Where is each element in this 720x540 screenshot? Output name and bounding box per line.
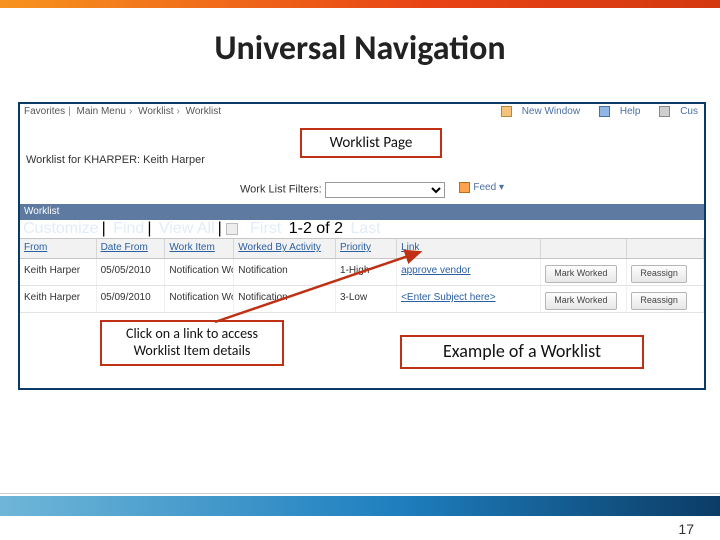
- cell-item: Notification Worklist: [165, 259, 234, 285]
- grid-first[interactable]: First: [250, 220, 281, 237]
- grid-find[interactable]: Find: [113, 220, 144, 237]
- grid-last[interactable]: Last: [350, 220, 380, 237]
- col-from[interactable]: From: [20, 239, 97, 258]
- breadcrumb: Favorites| Main Menu› Worklist› Worklist: [24, 106, 221, 117]
- help-icon: [599, 106, 610, 117]
- slide-title: Universal Navigation: [0, 28, 720, 69]
- cell-from: Keith Harper: [20, 259, 97, 285]
- footer-divider: [0, 493, 720, 494]
- grid-toolbar: Customize| Find| View All| First 1-2 of …: [20, 220, 704, 238]
- col-link[interactable]: Link: [397, 239, 541, 258]
- grid-customize[interactable]: Customize: [23, 220, 99, 237]
- callout-worklist-page: Worklist Page: [300, 128, 442, 158]
- footer-gradient-bar: [0, 496, 720, 516]
- cell-activity: Notification: [234, 259, 336, 285]
- cell-date: 05/09/2010: [97, 286, 166, 312]
- col-work-item[interactable]: Work Item: [165, 239, 234, 258]
- callout-example: Example of a Worklist: [400, 335, 644, 369]
- breadcrumb-worklist-folder[interactable]: Worklist: [138, 106, 173, 117]
- gear-icon: [659, 106, 670, 117]
- worklist-filters: Work List Filters:: [240, 182, 445, 198]
- feed-link[interactable]: Feed ▾: [459, 182, 504, 193]
- cell-item: Notification Worklist: [165, 286, 234, 312]
- breadcrumb-main-menu[interactable]: Main Menu: [77, 106, 126, 117]
- cell-activity: Notification: [234, 286, 336, 312]
- grid-header-row: From Date From Work Item Worked By Activ…: [20, 238, 704, 259]
- new-window-link[interactable]: New Window: [493, 106, 580, 117]
- breadcrumb-favorites[interactable]: Favorites: [24, 106, 65, 117]
- worklist-item-link[interactable]: <Enter Subject here>: [397, 286, 541, 312]
- worklist-item-link[interactable]: approve vendor: [397, 259, 541, 285]
- slide-top-accent: [0, 0, 720, 8]
- cell-date: 05/05/2010: [97, 259, 166, 285]
- help-link[interactable]: Help: [591, 106, 641, 117]
- download-icon[interactable]: [226, 223, 238, 235]
- col-blank-2: [627, 239, 704, 258]
- grid-range: 1-2 of 2: [289, 220, 343, 237]
- cell-priority: 1-High: [336, 259, 397, 285]
- grid-view-all[interactable]: View All: [159, 220, 215, 237]
- col-activity[interactable]: Worked By Activity: [234, 239, 336, 258]
- cell-priority: 3-Low: [336, 286, 397, 312]
- reassign-button[interactable]: Reassign: [631, 292, 687, 310]
- mark-worked-button[interactable]: Mark Worked: [545, 265, 616, 283]
- col-date-from[interactable]: Date From: [97, 239, 166, 258]
- filters-label: Work List Filters:: [240, 184, 322, 196]
- grid-row: Keith Harper 05/09/2010 Notification Wor…: [20, 286, 704, 313]
- customize-link[interactable]: Cus: [651, 106, 698, 117]
- worklist-for-label: Worklist for KHARPER: Keith Harper: [26, 154, 205, 166]
- feed-icon: [459, 182, 470, 193]
- callout-click-hint: Click on a link to access Worklist Item …: [100, 320, 284, 366]
- worklist-grid: Worklist Customize| Find| View All| Firs…: [20, 204, 704, 313]
- new-window-icon: [501, 106, 512, 117]
- grid-title-bar: Worklist: [20, 204, 704, 220]
- cell-from: Keith Harper: [20, 286, 97, 312]
- col-blank-1: [541, 239, 627, 258]
- page-number: 17: [678, 521, 694, 537]
- col-priority[interactable]: Priority: [336, 239, 397, 258]
- page-tool-links: New Window Help Cus: [485, 106, 698, 117]
- reassign-button[interactable]: Reassign: [631, 265, 687, 283]
- grid-row: Keith Harper 05/05/2010 Notification Wor…: [20, 259, 704, 286]
- filters-select[interactable]: [325, 182, 445, 198]
- mark-worked-button[interactable]: Mark Worked: [545, 292, 616, 310]
- breadcrumb-worklist-page: Worklist: [186, 106, 221, 117]
